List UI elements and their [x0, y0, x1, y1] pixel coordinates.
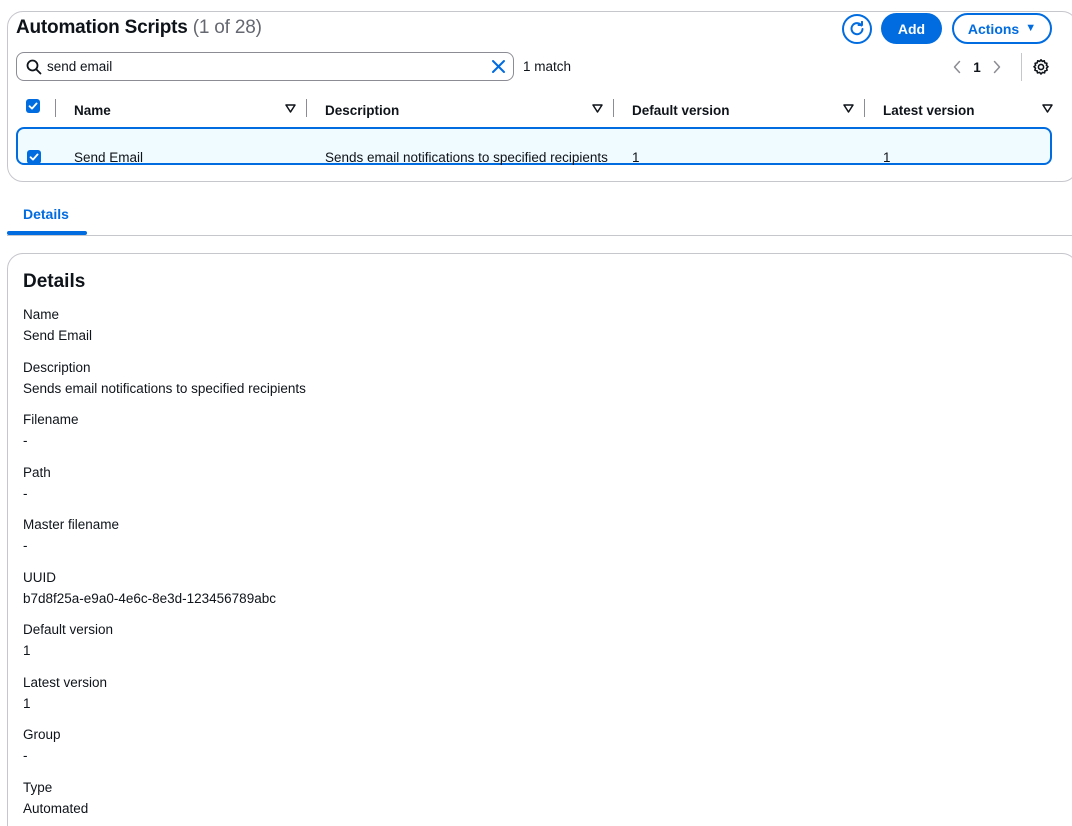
match-count: 1 match — [523, 59, 572, 74]
cell-description: Sends email notifications to specified r… — [325, 150, 608, 165]
field-label-group: Group — [23, 727, 61, 742]
field-label-master-filename: Master filename — [23, 517, 120, 532]
field-label-filename: Filename — [23, 412, 79, 427]
next-page-button[interactable] — [988, 57, 1006, 77]
close-icon[interactable] — [491, 59, 506, 74]
column-header-default-version[interactable]: Default version — [632, 100, 730, 120]
pagination: 1 — [948, 55, 1006, 79]
row-checkbox[interactable] — [27, 150, 41, 164]
add-button[interactable]: Add — [881, 13, 942, 44]
field-label-latest-version: Latest version — [23, 675, 108, 690]
field-label-description: Description — [23, 360, 91, 375]
column-header-description[interactable]: Description — [325, 100, 399, 120]
results-count: (1 of 28) — [192, 17, 262, 38]
field-value-default-version: 1 — [23, 643, 31, 658]
page-title: Automation Scripts — [16, 17, 188, 38]
table-header-title: Automation Scripts (1 of 28) — [16, 17, 262, 39]
current-page[interactable]: 1 — [966, 60, 988, 75]
search-icon — [26, 59, 42, 75]
sort-down-icon[interactable] — [1042, 104, 1053, 113]
column-separator — [55, 99, 56, 117]
tabs-divider — [7, 235, 1072, 236]
caret-down-icon: ▼ — [1025, 22, 1037, 34]
details-container — [7, 253, 1072, 826]
field-label-type: Type — [23, 780, 53, 795]
field-label-path: Path — [23, 465, 51, 480]
cell-default-version: 1 — [632, 150, 640, 165]
checkbox-checked-icon — [27, 150, 41, 164]
field-value-filename: - — [23, 433, 28, 448]
checkbox-checked-icon — [26, 99, 40, 113]
cell-latest-version: 1 — [883, 150, 891, 165]
select-all-checkbox[interactable] — [26, 99, 40, 113]
field-value-latest-version: 1 — [23, 696, 31, 711]
sort-down-icon[interactable] — [285, 104, 296, 113]
actions-label: Actions — [967, 20, 1020, 37]
cell-name: Send Email — [74, 150, 144, 165]
field-label-uuid: UUID — [23, 570, 56, 585]
chevron-right-icon — [993, 60, 1001, 74]
field-label-default-version: Default version — [23, 622, 114, 637]
field-value-master-filename: - — [23, 538, 28, 553]
column-separator[interactable] — [864, 99, 865, 117]
gear-icon[interactable] — [1032, 58, 1050, 76]
details-heading: Details — [23, 271, 86, 292]
previous-page-button[interactable] — [948, 57, 966, 77]
field-value-group: - — [23, 748, 28, 763]
column-separator[interactable] — [306, 99, 307, 117]
actions-dropdown-button[interactable]: Actions ▼ — [952, 13, 1052, 44]
tab-details[interactable]: Details — [23, 206, 69, 222]
field-value-path: - — [23, 486, 28, 501]
refresh-button[interactable] — [842, 14, 872, 44]
field-value-name: Send Email — [23, 328, 93, 343]
sort-down-icon[interactable] — [592, 104, 603, 113]
search-field[interactable] — [16, 52, 514, 81]
field-value-description: Sends email notifications to specified r… — [23, 381, 306, 396]
field-label-name: Name — [23, 307, 60, 322]
refresh-icon — [850, 21, 864, 36]
field-value-type: Automated — [23, 801, 89, 816]
column-header-name[interactable]: Name — [74, 100, 111, 120]
toolbar-divider — [1021, 53, 1022, 81]
column-header-latest-version[interactable]: Latest version — [883, 100, 975, 120]
column-separator[interactable] — [613, 99, 614, 117]
field-value-uuid: b7d8f25a-e9a0-4e6c-8e3d-123456789abc — [23, 591, 276, 606]
chevron-left-icon — [953, 60, 961, 74]
sort-down-icon[interactable] — [843, 104, 854, 113]
search-input[interactable] — [47, 56, 477, 77]
